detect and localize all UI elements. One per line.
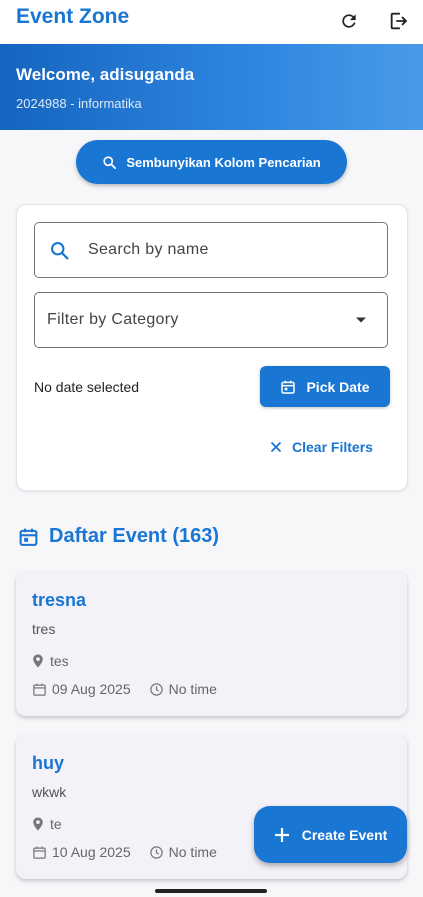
home-indicator[interactable] — [155, 889, 267, 893]
event-date: 09 Aug 2025 — [52, 681, 131, 697]
calendar-icon — [33, 846, 46, 859]
welcome-banner: Welcome, adisuganda 2024988 - informatik… — [0, 44, 423, 130]
create-event-label: Create Event — [301, 826, 388, 843]
event-location: te — [32, 816, 62, 832]
welcome-subtitle: 2024988 - informatika — [16, 96, 142, 111]
logout-button[interactable] — [384, 6, 414, 36]
event-meta: 10 Aug 2025 No time — [32, 844, 217, 860]
search-icon — [103, 155, 117, 169]
clock-icon — [149, 845, 163, 859]
app-bar: Event Zone — [0, 0, 423, 44]
event-card[interactable]: tresna tres tes 09 Aug 2025 No time — [16, 571, 407, 716]
events-section-label: Daftar Event (163) — [49, 525, 220, 547]
event-date: 10 Aug 2025 — [52, 844, 131, 860]
calendar-icon — [33, 683, 46, 696]
event-location: tes — [32, 653, 69, 669]
search-icon — [51, 242, 69, 260]
events-section-title: Daftar Event (163) — [18, 525, 219, 548]
location-pin-icon — [33, 817, 43, 831]
pick-date-button[interactable]: Pick Date — [260, 366, 390, 407]
clear-filters-label: Clear Filters — [292, 439, 373, 455]
event-description: tres — [32, 621, 56, 637]
toggle-search-label: Sembunyikan Kolom Pencarian — [126, 154, 321, 170]
logout-icon — [390, 12, 408, 30]
app-title: Event Zone — [16, 5, 130, 28]
search-input[interactable]: Search by name — [34, 222, 388, 278]
refresh-icon — [342, 14, 356, 28]
welcome-title: Welcome, adisuganda — [16, 65, 195, 84]
event-title: tresna — [32, 590, 87, 610]
event-time: No time — [168, 844, 217, 860]
event-description: wkwk — [32, 784, 67, 800]
create-event-button[interactable]: Create Event — [254, 806, 407, 863]
clock-icon — [149, 682, 163, 696]
event-location-text: te — [50, 816, 62, 832]
event-time: No time — [168, 681, 217, 697]
close-icon — [270, 441, 282, 453]
toggle-search-button[interactable]: Sembunyikan Kolom Pencarian — [76, 140, 347, 184]
dropdown-arrow-icon — [356, 317, 366, 323]
event-meta: 09 Aug 2025 No time — [32, 681, 217, 697]
date-status: No date selected — [34, 379, 140, 395]
plus-icon — [274, 827, 289, 842]
category-placeholder: Filter by Category — [47, 311, 179, 328]
calendar-icon — [19, 528, 38, 546]
event-location-text: tes — [50, 653, 69, 669]
event-title: huy — [32, 753, 65, 773]
filter-card: Search by name Filter by Category No dat… — [16, 204, 408, 491]
clear-filters-button[interactable]: Clear Filters — [270, 439, 373, 455]
search-placeholder: Search by name — [88, 241, 209, 258]
calendar-icon — [281, 380, 296, 394]
pick-date-label: Pick Date — [306, 378, 370, 395]
category-dropdown[interactable]: Filter by Category — [34, 292, 388, 348]
location-pin-icon — [33, 654, 43, 668]
refresh-button[interactable] — [334, 6, 364, 36]
